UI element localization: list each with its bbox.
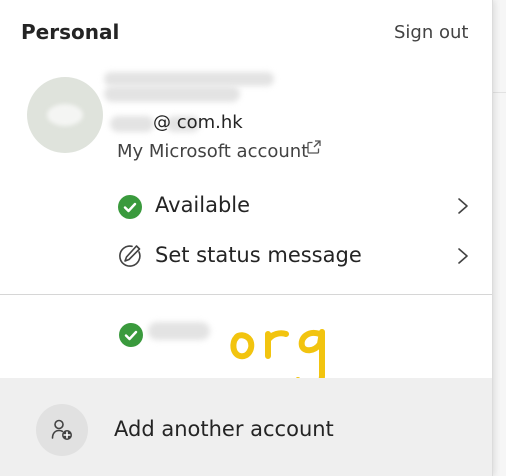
account-flyout-panel: Personal Sign out @ com.hk My Microsoft …	[0, 0, 493, 476]
add-account-icon-container	[36, 404, 88, 456]
sign-out-link[interactable]: Sign out	[394, 22, 468, 43]
redacted-name	[104, 72, 274, 86]
set-status-message-label: Set status message	[155, 243, 362, 267]
avatar-redaction	[47, 104, 83, 126]
available-check-icon	[118, 195, 142, 219]
available-check-icon	[119, 323, 143, 347]
section-title-personal: Personal	[21, 20, 120, 44]
add-person-icon	[51, 419, 72, 440]
add-another-account-label: Add another account	[114, 417, 334, 441]
set-status-message-row[interactable]: Set status message	[0, 234, 492, 278]
status-available-row[interactable]: Available	[0, 184, 492, 228]
chevron-right-icon	[458, 248, 468, 264]
section-divider	[0, 294, 492, 295]
status-available-label: Available	[155, 193, 251, 217]
account-menu-screenshot: Personal Sign out @ com.hk My Microsoft …	[0, 0, 506, 476]
avatar[interactable]	[27, 77, 103, 153]
redacted-org-account-name	[148, 322, 210, 340]
chevron-right-icon	[458, 198, 468, 214]
edit-status-icon	[119, 245, 141, 267]
background-app-area	[493, 0, 506, 476]
my-microsoft-account-link[interactable]: My Microsoft account	[117, 141, 308, 162]
external-link-icon[interactable]	[306, 139, 322, 155]
add-another-account-button[interactable]: Add another account	[0, 378, 492, 476]
account-email: @ com.hk	[153, 112, 243, 133]
redacted-email-prefix	[110, 116, 154, 132]
background-divider	[493, 92, 506, 93]
redacted-name-line-2	[104, 86, 240, 102]
